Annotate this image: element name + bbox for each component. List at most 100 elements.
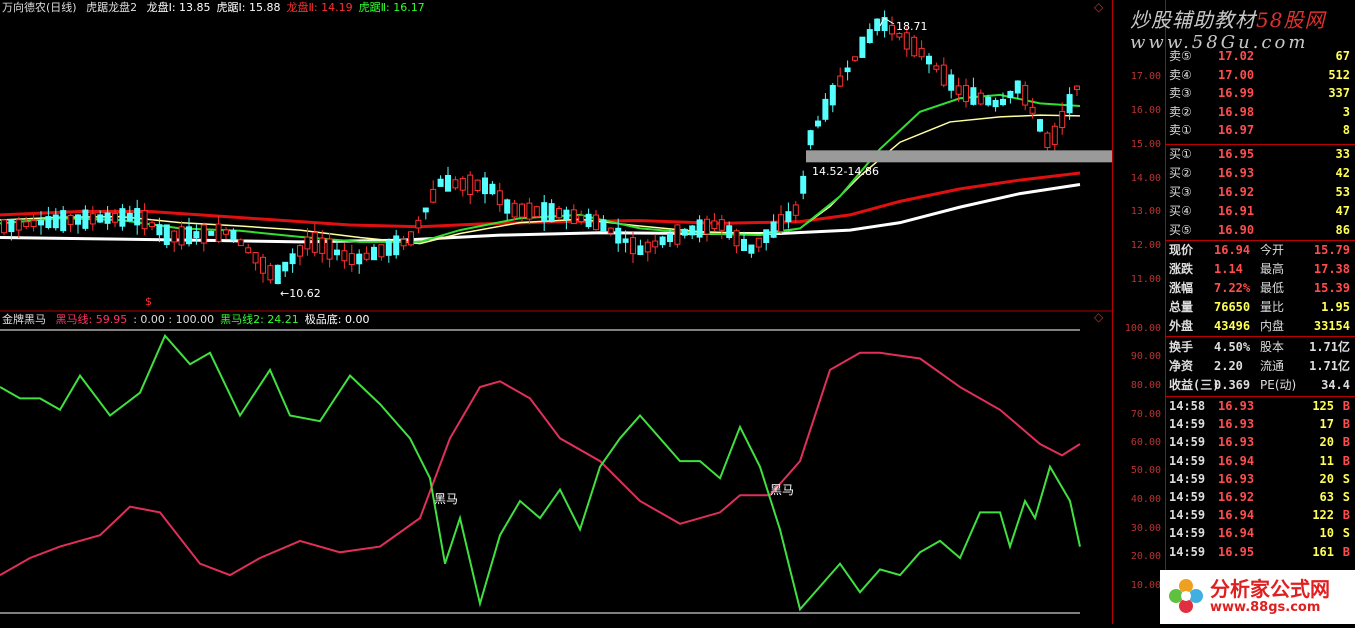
- candle-body: [200, 224, 207, 244]
- candle-body: [852, 56, 858, 61]
- band-label: 14.52-14.86: [812, 165, 879, 178]
- quote-value: 15.79: [1313, 243, 1350, 257]
- s-marker: $: [145, 295, 152, 308]
- quote-value: 0.369: [1214, 378, 1251, 392]
- quote-value: 34.4: [1321, 378, 1350, 392]
- quote-label: 内盘: [1260, 319, 1285, 333]
- candle-body: [60, 210, 67, 232]
- candle-body: [260, 256, 266, 274]
- tick-price: 16.93: [1218, 417, 1255, 432]
- quote-row: 涨幅 7.22% 最低 15.39: [1166, 279, 1355, 298]
- watermark-url: www.58Gu.com: [1130, 32, 1309, 53]
- candle-body: [8, 219, 15, 233]
- diamond-icon-sub[interactable]: ◇: [1094, 310, 1103, 324]
- chart-svg[interactable]: 18.71←10.6214.52-14.86$黑马黑马: [0, 0, 1112, 624]
- candle-body: [1029, 106, 1036, 114]
- candle-body: [208, 230, 215, 236]
- tick-volume: 63: [1319, 490, 1334, 504]
- quote-label: 外盘: [1169, 319, 1194, 333]
- ask-price: 16.97: [1218, 123, 1255, 138]
- candle-body: [422, 207, 429, 213]
- bid-row: 买② 16.93 42: [1166, 164, 1355, 183]
- ask-label: 卖①: [1169, 123, 1192, 138]
- candle-body: [1014, 80, 1021, 94]
- ask-label: 卖④: [1169, 67, 1192, 82]
- candle-body: [593, 214, 599, 231]
- candle-body: [67, 214, 74, 225]
- candle-body: [112, 212, 118, 223]
- price-axis: 17.00 16.00 15.00 14.00 13.00 12.00 11.00 100.0…: [1112, 0, 1165, 624]
- quote-label: 今开: [1260, 243, 1285, 257]
- tick-time: 14:59: [1169, 508, 1206, 523]
- quote-label: 净资: [1169, 359, 1194, 373]
- candle-body: [763, 229, 770, 243]
- tick-direction: B: [1342, 453, 1350, 468]
- candle-body: [489, 183, 496, 195]
- diamond-icon[interactable]: ◇: [1094, 0, 1103, 14]
- candle-body: [607, 227, 614, 234]
- candle-body: [815, 120, 821, 127]
- candle-body: [230, 230, 237, 241]
- hm-item: 虎踞Ⅱ: 16.17: [358, 1, 425, 14]
- tick-time: 14:59: [1169, 544, 1206, 559]
- hs-item: 黑马线2: 24.21: [220, 313, 299, 326]
- axis-tick-label: 13.00: [1130, 206, 1161, 217]
- axis-tick-label: 11.00: [1130, 274, 1161, 285]
- candle-body: [193, 231, 200, 239]
- tick-direction: B: [1342, 544, 1350, 559]
- candle-body: [1000, 98, 1006, 106]
- candle-body: [171, 230, 178, 243]
- candle-body: [563, 209, 570, 220]
- candle-body: [38, 220, 44, 226]
- candle-body: [149, 222, 155, 228]
- candle-body: [985, 96, 992, 106]
- watermark-title: 炒股辅助教材58股网: [1130, 8, 1326, 32]
- axis-tick-label: 16.00: [1130, 105, 1161, 116]
- bid-label: 买⑤: [1169, 223, 1192, 237]
- tick-row: 14:59 16.94 122 B: [1166, 506, 1355, 525]
- hs-item: 极品底: 0.00: [304, 313, 370, 326]
- candle-body: [274, 264, 281, 285]
- tick-time: 14:58: [1169, 399, 1206, 413]
- tick-time: 14:59: [1169, 490, 1206, 504]
- bid-label: 买②: [1169, 166, 1192, 180]
- quote-label: 量比: [1260, 300, 1285, 314]
- candle-body: [955, 85, 962, 95]
- quote-row: 收益(三) 0.369 PE(动) 34.4: [1166, 376, 1355, 395]
- quote-row: 总量 76650 量比 1.95: [1166, 298, 1355, 317]
- candle-body: [1022, 85, 1029, 106]
- quote-value: 1.95: [1321, 300, 1350, 314]
- hm-item: 虎踞Ⅰ: 15.88: [216, 1, 281, 14]
- main-chart-header: 万向德农(日线) 虎踞龙盘2 龙盘Ⅰ: 13.85 虎踞Ⅰ: 15.88 龙盘Ⅱ: …: [2, 1, 437, 15]
- candle-body: [859, 36, 866, 58]
- tick-direction: B: [1342, 435, 1350, 450]
- bid-row: 买⑤ 16.90 86: [1166, 221, 1355, 240]
- candle-body: [770, 221, 777, 238]
- tick-price: 16.93: [1218, 471, 1255, 486]
- candle-body: [548, 203, 555, 223]
- ma-green-line: [0, 93, 1081, 243]
- candle-body: [807, 130, 814, 146]
- candle-body: [467, 174, 474, 196]
- candle-body: [733, 230, 740, 247]
- candle-body: [541, 202, 548, 223]
- candle-body: [319, 237, 326, 254]
- axis-tick-label-sub: 90.00: [1130, 351, 1161, 362]
- candle-body: [134, 208, 141, 226]
- chart-area[interactable]: 18.71 ←10.62 14.52-14.86 $ 黑马 黑马: [0, 0, 1112, 624]
- axis-tick-label-sub: 20.00: [1130, 551, 1161, 562]
- candle-body: [75, 214, 81, 225]
- tick-price: 16.94: [1218, 453, 1255, 468]
- quote-value: 15.39: [1313, 281, 1350, 295]
- candle-body: [156, 224, 163, 236]
- bid-price: 16.95: [1218, 147, 1255, 161]
- ask-volume: 337: [1328, 86, 1350, 101]
- candle-body: [504, 199, 511, 214]
- candle-body: [245, 247, 252, 254]
- candle-body: [511, 202, 518, 218]
- quote-value: 76650: [1214, 300, 1251, 314]
- bid-label: 买④: [1169, 204, 1192, 218]
- tick-direction: S: [1342, 490, 1350, 504]
- candle-body: [556, 208, 562, 219]
- axis-tick-label-sub: 50.00: [1130, 465, 1161, 476]
